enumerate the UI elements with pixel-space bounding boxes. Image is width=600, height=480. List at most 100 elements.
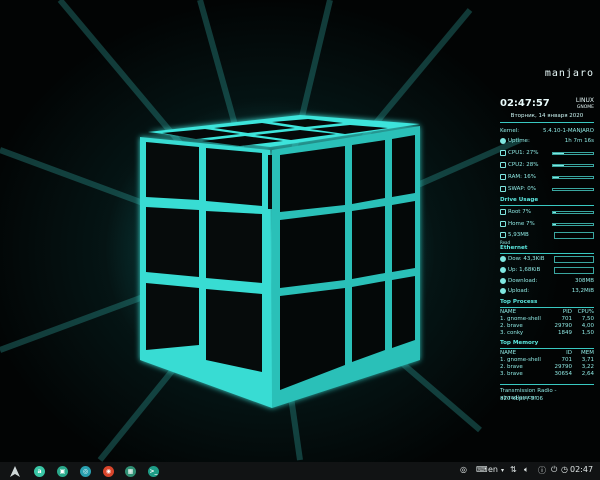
disk-io-label: 5,93MB <box>508 232 529 238</box>
down-rate-row: Dow: 43,3KiB <box>500 256 594 264</box>
keyboard-icon[interactable]: ⌨ <box>476 465 488 474</box>
kernel-label: Kernel: <box>500 128 520 134</box>
app-icon: a <box>37 468 42 475</box>
home-bar <box>552 223 594 226</box>
taskbar-app-1[interactable]: a <box>34 466 45 477</box>
taskbar-app-3[interactable]: ◎ <box>80 466 91 477</box>
up-rate-graph <box>554 267 594 274</box>
app-icon: ◉ <box>105 468 112 475</box>
disk-io-graph <box>554 232 594 239</box>
up-rate-label: Up: 1,68KiB <box>508 267 541 273</box>
ram-row: RAM: 16% <box>500 174 594 182</box>
table-header: NAME PID CPU% <box>500 309 594 315</box>
manjaro-menu-icon[interactable] <box>10 466 20 477</box>
cpu1-row: CPU1: 27% <box>500 150 594 158</box>
download-arrow-icon <box>500 256 506 262</box>
divider <box>500 384 594 385</box>
taskbar-app-6[interactable]: >_ <box>148 466 159 477</box>
os-name: LINUX <box>575 97 594 104</box>
upload-total-value: 13,2MiB <box>571 288 594 294</box>
cpu1-bar <box>552 152 594 155</box>
upload-arrow-icon <box>500 267 506 273</box>
swap-icon <box>500 186 506 192</box>
disk-icon <box>500 232 506 238</box>
divider <box>500 205 594 206</box>
upload-total-label: Upload: <box>508 288 530 294</box>
table-header: NAME ID MEM <box>500 350 594 356</box>
table-row: 3. conky 1849 1,50 <box>500 330 594 336</box>
table-row: 1. gnome-shell 701 7,50 <box>500 316 594 322</box>
download-total-value: 308MB <box>574 278 594 284</box>
top-process-table: NAME PID CPU% 1. gnome-shell 701 7,50 2.… <box>500 309 594 337</box>
ram-bar <box>552 176 594 179</box>
home-row: Home 7% <box>500 221 594 229</box>
uptime-icon <box>500 138 506 144</box>
swap-bar <box>552 188 594 191</box>
root-label: Root 7% <box>508 209 531 215</box>
cpu-icon <box>500 150 506 156</box>
kernel-row: Kernel: 5.4.10-1-MANJARO <box>500 128 594 136</box>
top-process-title: Top Process <box>500 299 538 305</box>
os-desktop: GNOME <box>576 105 594 110</box>
table-row: 2. brave 29790 3,22 <box>500 364 594 370</box>
radio-rate-row: 320 kbps / 3:06 <box>500 396 594 404</box>
drive-usage-title: Drive Usage <box>500 197 539 203</box>
drive-icon <box>500 221 506 227</box>
uptime-row: Uptime: 1h 7m 16s <box>500 138 594 146</box>
ethernet-title: Ethernet <box>500 245 528 251</box>
divider <box>500 253 594 254</box>
cpu2-row: CPU2: 28% <box>500 162 594 170</box>
download-icon <box>500 278 506 284</box>
taskbar-app-2[interactable]: ▣ <box>57 466 68 477</box>
divider <box>500 122 594 123</box>
app-icon: ▣ <box>59 468 66 475</box>
root-row: Root 7% <box>500 209 594 217</box>
app-icon: ◎ <box>82 468 89 475</box>
root-bar <box>552 211 594 214</box>
conky-date: Вторник, 14 января 2020 <box>510 113 584 119</box>
drive-icon <box>500 209 506 215</box>
power-icon[interactable]: ⏻ <box>551 465 557 475</box>
language-indicator[interactable]: en <box>488 465 498 474</box>
conky-clock: 02:47:57 <box>500 98 550 109</box>
down-rate-graph <box>554 256 594 263</box>
taskbar: a ▣ ◎ ◉ ▦ >_ ◎ ⌨ en ▾ ⇅ 🔈︎ ⓘ ⏻ ◷ 02:47 <box>0 462 600 480</box>
taskbar-clock[interactable]: 02:47 <box>570 465 593 474</box>
download-total-label: Download: <box>508 278 538 284</box>
tray-app-icon[interactable]: ◎ <box>460 465 467 474</box>
ram-label: RAM: 16% <box>508 174 536 180</box>
clock-icon: ◷ <box>561 465 568 474</box>
ram-icon <box>500 174 506 180</box>
cpu1-label: CPU1: 27% <box>508 150 539 156</box>
taskbar-app-4[interactable]: ◉ <box>103 466 114 477</box>
download-total-row: Download: 308MB <box>500 278 594 286</box>
down-rate-label: Dow: 43,3KiB <box>508 256 545 262</box>
table-row: 2. brave 29790 4,00 <box>500 323 594 329</box>
volume-icon[interactable]: 🔈︎ <box>524 465 529 475</box>
cpu2-bar <box>552 164 594 167</box>
network-icon[interactable]: ⇅ <box>510 465 517 474</box>
app-icon: ▦ <box>127 468 134 475</box>
upload-total-row: Upload: 13,2MiB <box>500 288 594 296</box>
home-label: Home 7% <box>508 221 535 227</box>
top-memory-title: Top Memory <box>500 340 539 346</box>
up-rate-row: Up: 1,68KiB <box>500 267 594 275</box>
cpu2-label: CPU2: 28% <box>508 162 539 168</box>
divider <box>500 307 594 308</box>
uptime-value: 1h 7m 16s <box>564 138 594 144</box>
os-label: LINUX GNOME <box>576 98 594 111</box>
app-icon: >_ <box>149 468 158 475</box>
taskbar-app-5[interactable]: ▦ <box>125 466 136 477</box>
radio-rate: 320 kbps / 3:06 <box>500 396 543 402</box>
conky-system-monitor: manjaro 02:47:57 LINUX GNOME Вторник, 14… <box>496 69 598 408</box>
swap-row: SWAP: 0% <box>500 186 594 194</box>
kernel-value: 5.4.10-1-MANJARO <box>542 128 594 134</box>
swap-label: SWAP: 0% <box>508 186 537 192</box>
arch-logo-icon <box>10 466 20 477</box>
table-row: 1. gnome-shell 701 3,71 <box>500 357 594 363</box>
cpu-icon <box>500 162 506 168</box>
chevron-down-icon[interactable]: ▾ <box>501 467 504 474</box>
info-icon[interactable]: ⓘ <box>538 465 546 476</box>
top-memory-table: NAME ID MEM 1. gnome-shell 701 3,71 2. b… <box>500 350 594 378</box>
upload-icon <box>500 288 506 294</box>
